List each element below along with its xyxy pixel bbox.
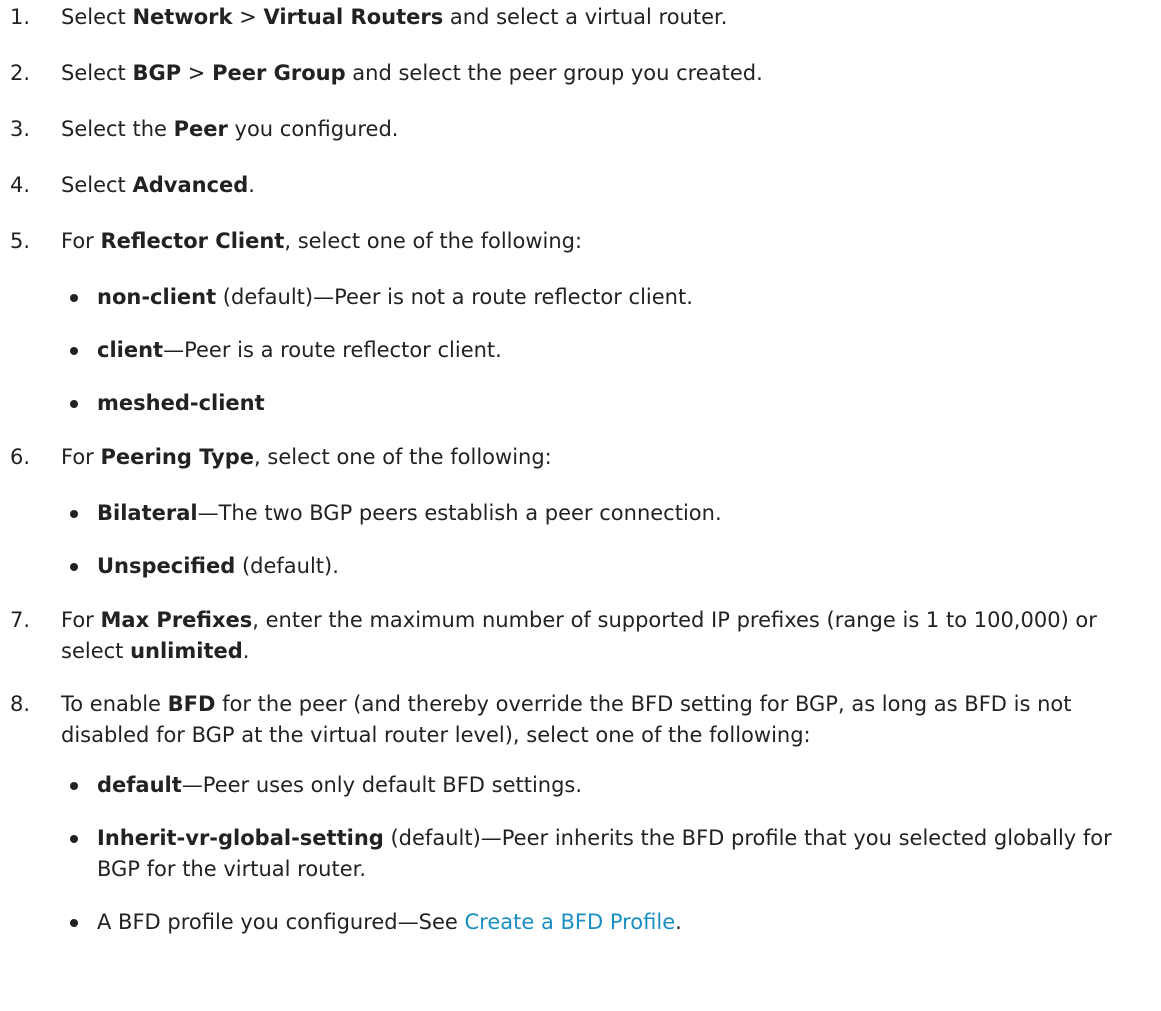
bullet-icon	[70, 347, 78, 355]
step-number: 6.	[10, 445, 31, 469]
bullet-icon	[70, 563, 78, 571]
bullet-icon	[70, 835, 78, 843]
bullet-icon	[70, 919, 78, 927]
bullet-icon	[70, 400, 78, 408]
step-number: 4.	[10, 173, 31, 197]
bullet-icon	[70, 510, 78, 518]
ui-label-virtual-routers: Virtual Routers	[263, 5, 444, 29]
ui-label-peering-type: Peering Type	[100, 445, 255, 469]
create-bfd-profile-link[interactable]: Create a BFD Profile	[464, 910, 675, 934]
document: 1. Select Network > Virtual Routers and …	[0, 0, 1161, 1011]
ui-label-peer-group: Peer Group	[212, 61, 346, 85]
step-number: 3.	[10, 117, 31, 141]
step-number: 7.	[10, 608, 31, 632]
ui-label-unlimited: unlimited	[130, 639, 243, 663]
ui-label-peer: Peer	[173, 117, 228, 141]
step-number: 8.	[10, 692, 31, 716]
ui-label-bfd: BFD	[167, 692, 216, 716]
bullet-icon	[70, 782, 78, 790]
ui-label-max-prefixes: Max Prefixes	[100, 608, 253, 632]
ui-label-network: Network	[132, 5, 233, 29]
ui-label-reflector-client: Reflector Client	[100, 229, 285, 253]
ui-label-advanced: Advanced	[132, 173, 249, 197]
step-number: 1.	[10, 5, 31, 29]
ui-label-bgp: BGP	[132, 61, 182, 85]
step-number: 2.	[10, 61, 31, 85]
bullet-icon	[70, 294, 78, 302]
step-number: 5.	[10, 229, 31, 253]
